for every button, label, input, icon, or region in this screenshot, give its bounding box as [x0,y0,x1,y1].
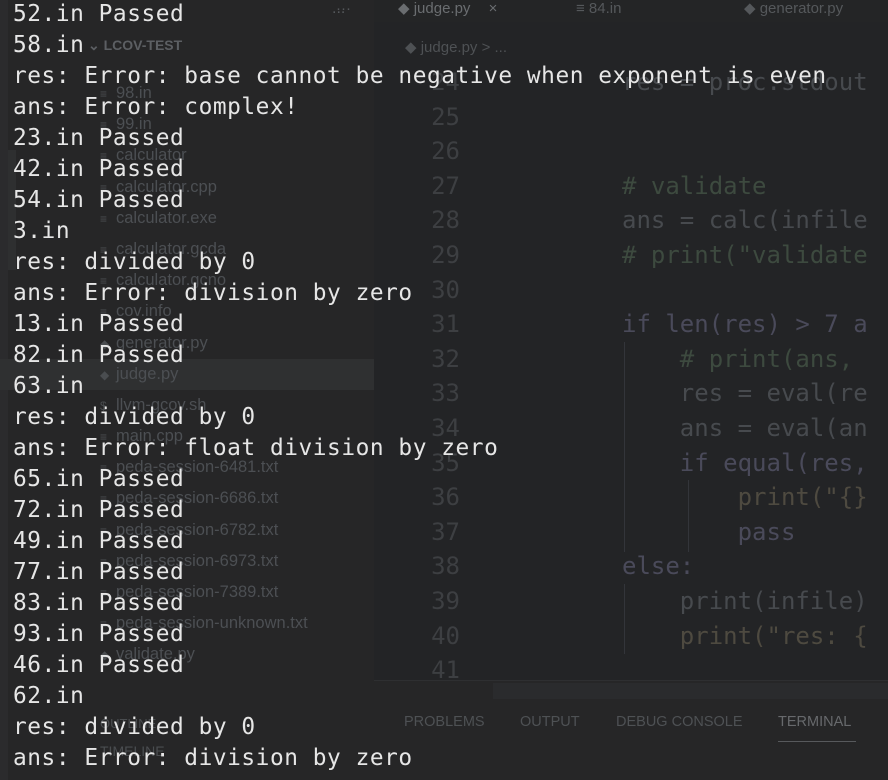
terminal-line: 46.in Passed [13,652,185,678]
terminal-line: 58.in [13,32,85,58]
terminal-line: ans: Error: division by zero [13,745,413,771]
terminal-line: res: divided by 0 [13,714,256,740]
terminal-line: res: divided by 0 [13,249,256,275]
terminal-line: 77.in Passed [13,559,185,585]
terminal-line: ans: Error: division by zero [13,280,413,306]
activity-bar [0,0,8,780]
terminal-line: 93.in Passed [13,621,185,647]
terminal-output[interactable]: 52.in Passed 58.in res: Error: base cann… [13,0,888,774]
terminal-line: 83.in Passed [13,590,185,616]
terminal-line: 3.in [13,218,71,244]
terminal-line: 23.in Passed [13,125,185,151]
terminal-line: 42.in Passed [13,156,185,182]
terminal-line: 65.in Passed [13,466,185,492]
terminal-line: res: Error: base cannot be negative when… [13,63,827,89]
terminal-line: 52.in Passed [13,1,185,27]
terminal-line: 49.in Passed [13,528,185,554]
terminal-line: ans: Error: complex! [13,94,299,120]
terminal-line: 82.in Passed [13,342,185,368]
terminal-line: res: divided by 0 [13,404,256,430]
terminal-line: 62.in [13,683,85,709]
terminal-line: ans: Error: float division by zero [13,435,499,461]
terminal-line: 72.in Passed [13,497,185,523]
terminal-line: 54.in Passed [13,187,185,213]
terminal-line: 13.in Passed [13,311,185,337]
terminal-line: 63.in [13,373,85,399]
screen: ... ⌄ LCOV-TEST ≡ 98.in ≡ 99.in ≡ calculato… [0,0,888,780]
